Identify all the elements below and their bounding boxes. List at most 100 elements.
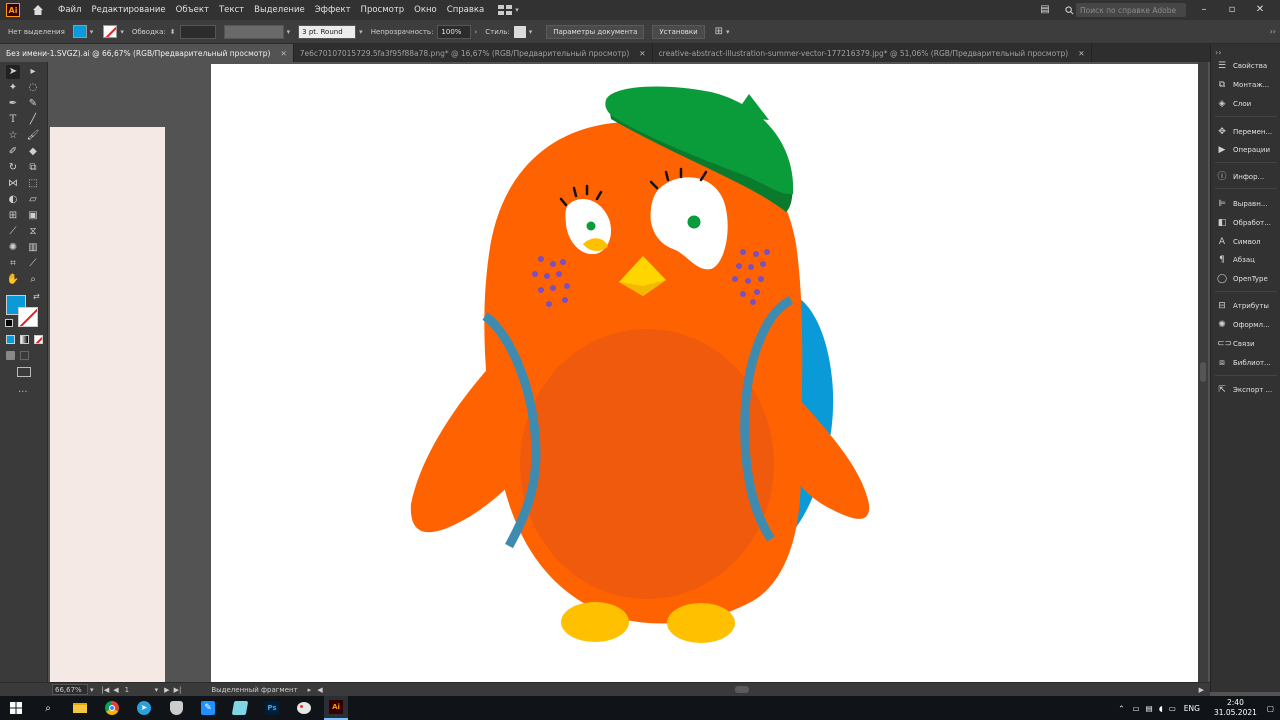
panel-libraries[interactable]: ⧈ Библиот... <box>1217 355 1271 371</box>
menu-help[interactable]: Справка <box>447 5 484 15</box>
fill-caret-icon[interactable]: ▾ <box>90 28 94 36</box>
brush-definition-field[interactable]: 3 pt. Round <box>298 24 357 39</box>
panel-attributes[interactable]: ⊟ Атрибуты <box>1217 298 1269 314</box>
arrange-docs-icon[interactable]: ▤ <box>1037 3 1053 17</box>
direct-selection-tool-icon[interactable]: ▸ <box>26 65 40 79</box>
variable-width-field[interactable] <box>223 24 284 39</box>
panel-info[interactable]: ⓘ Инфор... <box>1217 169 1264 185</box>
column-graph-tool-icon[interactable]: ▥ <box>26 241 40 255</box>
hand-tool-icon[interactable]: ✋ <box>6 273 20 287</box>
shape-builder-tool-icon[interactable]: ◐ <box>6 193 20 207</box>
panel-paragraph[interactable]: ¶ Абзац <box>1217 252 1255 268</box>
gradient-tool-icon[interactable]: ▣ <box>26 209 40 223</box>
document-tab[interactable]: 7e6c70107015729.5fa3f95f88a78.png* @ 16,… <box>294 44 653 62</box>
star-tool-icon[interactable]: ☆ <box>6 129 20 143</box>
stroke-weight-stepper[interactable]: ⬍ <box>170 28 176 36</box>
windows-start-icon[interactable] <box>4 696 28 720</box>
none-mode-icon[interactable] <box>34 335 43 344</box>
draw-normal-icon[interactable] <box>6 351 15 360</box>
artboard-canvas[interactable] <box>211 64 1198 682</box>
tab-close-icon[interactable]: ✕ <box>639 49 645 58</box>
panel-pathfinder[interactable]: ◧ Обработ... <box>1217 215 1271 231</box>
slice-tool-icon[interactable]: ⟋ <box>26 257 40 271</box>
illustrator-taskbar-icon[interactable]: Ai <box>324 696 348 720</box>
tab-close-icon[interactable]: ✕ <box>280 49 286 58</box>
zoom-caret-icon[interactable]: ▾ <box>90 686 94 694</box>
last-artboard-icon[interactable]: ▶| <box>174 686 182 694</box>
opacity-arrow-icon[interactable]: › <box>474 28 477 36</box>
workspace-caret-icon[interactable]: ▾ <box>515 6 519 14</box>
fill-swatch[interactable] <box>72 25 87 38</box>
style-caret-icon[interactable]: ▾ <box>529 28 533 36</box>
menu-object[interactable]: Объект <box>176 5 209 15</box>
scale-tool-icon[interactable]: ⧉ <box>26 161 40 175</box>
panel-appearance[interactable]: ✺ Оформл... <box>1217 317 1269 333</box>
stroke-weight-field[interactable] <box>179 24 216 39</box>
shaper-tool-icon[interactable]: ✐ <box>6 145 20 159</box>
draw-behind-icon[interactable] <box>20 351 29 360</box>
horizontal-scroll-thumb[interactable] <box>735 686 749 693</box>
minimize-icon[interactable]: – <box>1196 3 1212 17</box>
magic-wand-tool-icon[interactable]: ✦ <box>6 81 20 95</box>
brush-caret-icon[interactable]: ▾ <box>359 28 363 36</box>
paint-app-icon[interactable] <box>292 696 316 720</box>
tray-chevron-icon[interactable]: ⌃ <box>1118 704 1124 713</box>
artboard-caret-icon[interactable]: ▾ <box>155 686 159 694</box>
panel-artboards[interactable]: ⧉ Монтаж... <box>1217 77 1269 93</box>
stroke-swatch[interactable] <box>103 25 118 38</box>
panel-properties[interactable]: ☰ Свойства <box>1217 58 1267 74</box>
line-tool-icon[interactable]: ╱ <box>26 113 40 127</box>
width-tool-icon[interactable]: ⋈ <box>6 177 20 191</box>
vpn-shield-icon[interactable] <box>164 696 188 720</box>
panel-opentype[interactable]: ◯ OpenType <box>1217 271 1268 287</box>
maximize-icon[interactable]: ▫ <box>1224 3 1240 17</box>
scroll-left-icon[interactable]: ◀ <box>317 686 322 694</box>
symbol-sprayer-tool-icon[interactable]: ✺ <box>6 241 20 255</box>
first-artboard-icon[interactable]: |◀ <box>102 686 110 694</box>
menu-window[interactable]: Окно <box>414 5 437 15</box>
pen-app-icon[interactable]: ✎ <box>196 696 220 720</box>
color-mode-icon[interactable] <box>6 335 15 344</box>
eyedropper-tool-icon[interactable]: ⟋ <box>6 225 20 239</box>
menu-file[interactable]: Файл <box>58 5 81 15</box>
eraser-tool-icon[interactable]: ◆ <box>26 145 40 159</box>
paintbrush-tool-icon[interactable]: 🖌 <box>26 129 40 143</box>
mesh-tool-icon[interactable]: ⊞ <box>6 209 20 223</box>
search-taskbar-icon[interactable]: ⌕ <box>36 696 60 720</box>
zoom-tool-icon[interactable]: ⌕ <box>26 273 40 287</box>
clock[interactable]: 2:40 31.05.2021 <box>1214 698 1257 718</box>
vertical-scrollbar[interactable] <box>1198 62 1208 682</box>
edit-toolbar-icon[interactable]: ··· <box>18 387 28 398</box>
volume-icon[interactable]: ◖ <box>1159 704 1163 713</box>
close-icon[interactable]: ✕ <box>1252 3 1268 17</box>
artboard-number-field[interactable]: 1 <box>125 686 155 694</box>
rotate-tool-icon[interactable]: ↻ <box>6 161 20 175</box>
prev-artboard-icon[interactable]: ◀ <box>113 686 118 694</box>
panel-export[interactable]: ⇱ Экспорт ... <box>1217 382 1272 398</box>
panel-links[interactable]: ⊂⊃ Связи <box>1217 336 1255 352</box>
document-tab[interactable]: Без имени-1.SVGZ).ai @ 66,67% (RGB/Предв… <box>0 44 294 62</box>
home-icon[interactable] <box>32 4 44 16</box>
panel-actions[interactable]: ▶ Операции <box>1217 142 1270 158</box>
document-setup-button[interactable]: Параметры документа <box>546 24 645 39</box>
arrange-icon[interactable]: ⊞ <box>715 26 723 37</box>
perspective-grid-tool-icon[interactable]: ▱ <box>26 193 40 207</box>
zoom-field[interactable]: 66,67% <box>52 684 88 695</box>
scroll-right-icon[interactable]: ▶ <box>1199 686 1204 694</box>
style-swatch[interactable] <box>513 25 526 38</box>
network-icon[interactable]: ▤ <box>1146 704 1153 713</box>
panel-character[interactable]: A Символ <box>1217 234 1261 250</box>
tray-app-icon[interactable]: ▭ <box>1133 704 1140 713</box>
menu-type[interactable]: Текст <box>219 5 244 15</box>
lasso-tool-icon[interactable]: ◌ <box>26 81 40 95</box>
photoshop-icon[interactable]: Ps <box>260 696 284 720</box>
next-artboard-icon[interactable]: ▶ <box>164 686 169 694</box>
panel-align[interactable]: ⊫ Выравн... <box>1217 196 1267 212</box>
dock-collapse-icon[interactable]: ›› <box>1215 48 1221 57</box>
scroll-thumb[interactable] <box>1200 362 1206 382</box>
panel-transform[interactable]: ✥ Перемен... <box>1217 124 1272 140</box>
status-menu-icon[interactable]: ▸ <box>308 686 312 694</box>
file-explorer-icon[interactable] <box>68 696 92 720</box>
telegram-icon[interactable]: ➤ <box>132 696 156 720</box>
curvature-tool-icon[interactable]: ✎ <box>26 97 40 111</box>
